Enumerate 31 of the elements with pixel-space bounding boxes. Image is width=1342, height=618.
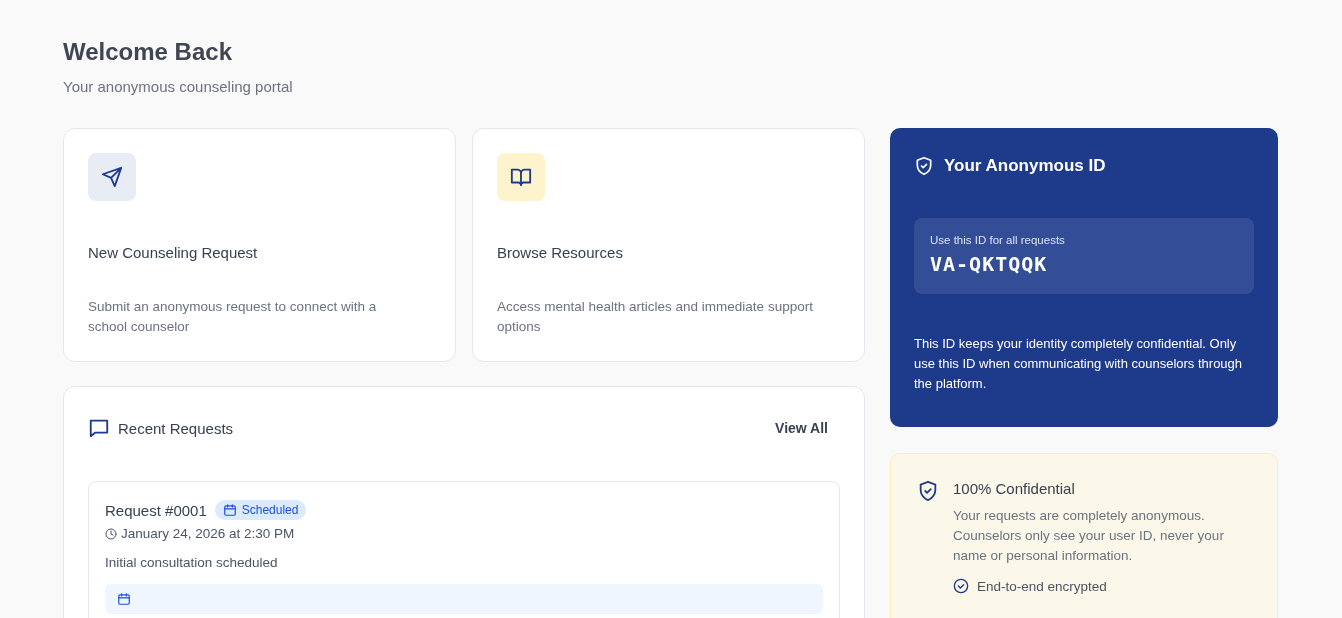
card-description: Submit an anonymous request to connect with a school counselor xyxy=(88,298,378,336)
check-circle-icon xyxy=(953,578,969,594)
request-note: Initial consultation scheduled xyxy=(105,555,279,570)
page-subtitle: Your anonymous counseling portal xyxy=(63,78,294,95)
calendar-icon xyxy=(117,592,131,606)
shield-check-icon xyxy=(917,480,939,502)
action-card[interactable]: Browse Resources Access mental health articles and immediate support options xyxy=(472,128,865,362)
status-label: Scheduled xyxy=(241,503,299,517)
send-icon xyxy=(101,166,123,188)
section-title: Recent Requests xyxy=(118,419,234,437)
calendar-icon xyxy=(222,503,237,517)
anonymous-id: VA-QKTQQK xyxy=(930,252,1049,276)
privacy-title: 100% Confidential xyxy=(953,480,1076,497)
request-title: Request #0001 xyxy=(105,501,207,519)
id-hint: Use this ID for all requests xyxy=(930,234,1066,246)
chat-icon xyxy=(88,417,110,439)
card-title: Browse Resources xyxy=(497,244,624,261)
action-card[interactable]: New Counseling Request Submit an anonymous request to connect with a school counselor xyxy=(63,128,456,362)
card-description: Access mental health articles and immediate support options xyxy=(497,298,814,336)
feature-label: End-to-end encrypted xyxy=(977,578,1107,594)
request-card[interactable]: Request #0001 Scheduled January 24, 2026 at 2:30 PM Initial consultation scheduled xyxy=(88,481,840,618)
page-title: Welcome Back xyxy=(63,37,233,67)
request-datetime: January 24, 2026 at 2:30 PM xyxy=(121,526,295,541)
privacy-description: Your requests are completely anonymous. Counselors only see your user ID, never your name or personal information. xyxy=(953,507,1225,565)
book-icon xyxy=(510,166,532,188)
card-title: Your Anonymous ID xyxy=(944,156,1106,176)
clock-icon xyxy=(105,527,117,540)
shield-check-icon xyxy=(914,156,934,176)
card-title: New Counseling Request xyxy=(88,244,259,261)
id-description: This ID keeps your identity completely confidential. Only use this ID when communicating with counselors through the platform. xyxy=(914,335,1244,393)
view-all-link[interactable]: View All xyxy=(775,420,828,436)
